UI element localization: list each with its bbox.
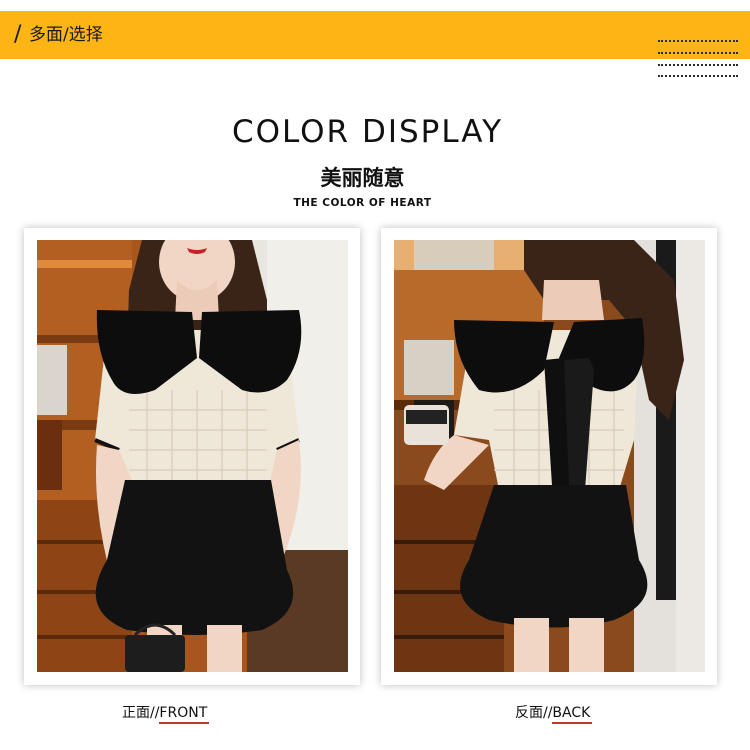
caption-front: 正面//FRONT [122,702,207,722]
decorative-dots [658,64,738,66]
caption-back-cn: 反面/ [515,705,548,721]
caption-back: 反面//BACK [515,702,590,722]
heading-title-cn: 美丽随意 [320,166,405,190]
decorative-dots [658,52,738,54]
front-view-illustration [37,240,348,672]
decorative-dots [658,75,738,77]
banner-title: 多面/选择 [29,25,103,45]
front-view-photo [37,240,348,672]
photo-frame-back [381,228,717,685]
photo-frame-front [24,228,360,685]
back-view-illustration [394,240,705,672]
section-banner: / 多面/选择 [0,11,750,66]
caption-back-en: /BACK [547,705,591,721]
banner-slash: / [14,22,22,47]
caption-front-cn: 正面/ [122,705,155,721]
heading-subtitle: THE COLOR OF HEART [293,197,432,209]
caption-front-en: /FRONT [154,705,208,721]
back-view-photo [394,240,705,672]
heading-title: COLOR DISPLAY [231,114,504,150]
decorative-dots [658,40,738,42]
